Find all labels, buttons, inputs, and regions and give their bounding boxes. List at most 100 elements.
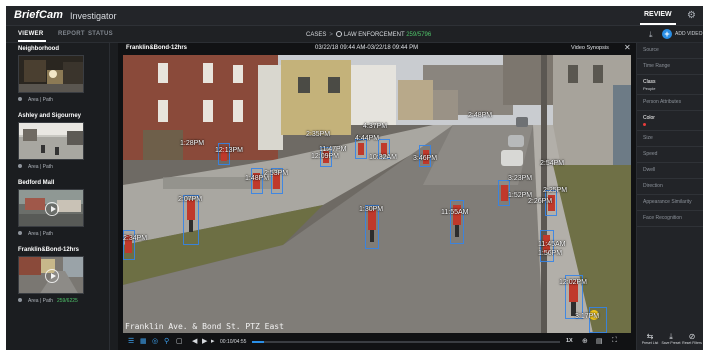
- tile-icon[interactable]: ▤: [596, 337, 603, 345]
- timestamp-label[interactable]: 2:53PM: [264, 170, 288, 177]
- filter-label: Size: [643, 135, 653, 141]
- tab-report[interactable]: REPORT: [58, 31, 85, 37]
- filter-class[interactable]: Class People: [637, 75, 703, 95]
- camera-card-ashley[interactable]: Ashley and Sigourney Area | Path: [18, 113, 98, 170]
- camera-card-franklin[interactable]: Franklin&Bond-12hrs Area | Path 259/6225: [18, 247, 98, 304]
- play-icon[interactable]: ▶: [202, 337, 207, 345]
- active-tab-indicator: [18, 40, 46, 42]
- timestamp-label[interactable]: 11:45AM: [538, 241, 566, 248]
- progress-track[interactable]: [252, 341, 560, 343]
- save-preset-icon: ⤓: [669, 332, 673, 341]
- filter-color[interactable]: Color: [637, 111, 703, 131]
- timestamp-label[interactable]: 12:13PM: [215, 147, 243, 154]
- playback-speed[interactable]: 1X: [566, 338, 573, 344]
- fullscreen-icon[interactable]: ⛶: [612, 337, 617, 345]
- prev-icon[interactable]: ◀: [192, 337, 197, 345]
- overlay-icon[interactable]: ◎: [152, 337, 158, 345]
- video-time-range: 03/22/18 09:44 AM-03/22/18 09:44 PM: [315, 45, 419, 51]
- timestamp-label[interactable]: 2:35PM: [306, 131, 330, 138]
- nav-bar: VIEWER REPORT STATUS CASES > LAW ENFORCEME…: [6, 26, 703, 43]
- timestamp-label[interactable]: 1:30PM: [359, 206, 383, 213]
- filter-icon[interactable]: ⚲: [164, 337, 169, 345]
- timestamp-label[interactable]: 2:26PM: [528, 198, 552, 205]
- timestamp-label[interactable]: 11:55AM: [441, 209, 469, 216]
- filter-dwell[interactable]: Dwell: [637, 163, 703, 179]
- tab-review[interactable]: REVIEW: [644, 11, 672, 18]
- list-view-icon[interactable]: ☰: [128, 337, 134, 345]
- camera-meta-text[interactable]: Area | Path: [28, 164, 53, 170]
- play-icon[interactable]: [45, 202, 59, 216]
- preset-list-button[interactable]: ⇆ Preset List: [640, 332, 660, 345]
- add-video-icon[interactable]: +: [662, 29, 672, 39]
- gear-icon[interactable]: ⚙: [687, 10, 696, 21]
- review-tab-indicator: [640, 23, 676, 25]
- camera-thumbnail[interactable]: [18, 189, 84, 227]
- filter-label: Source: [643, 47, 659, 53]
- timestamp-label[interactable]: 12:09PM: [311, 153, 339, 160]
- filter-source[interactable]: Source: [637, 43, 703, 59]
- camera-thumbnail[interactable]: [18, 122, 84, 160]
- camera-card-neighborhood[interactable]: Neighborhood Area | Path: [18, 46, 98, 103]
- download-icon[interactable]: ⤓: [649, 30, 653, 40]
- camera-thumbnail[interactable]: [18, 256, 84, 294]
- tab-viewer[interactable]: VIEWER: [18, 31, 43, 37]
- add-video-button[interactable]: ADD VIDEO: [675, 31, 703, 37]
- filter-person-attributes[interactable]: Person Attributes: [637, 95, 703, 111]
- case-icon: [335, 31, 342, 37]
- timestamp-label[interactable]: 2:07PM: [178, 196, 202, 203]
- filter-time-range[interactable]: Time Range: [637, 59, 703, 75]
- tracking-box[interactable]: [450, 200, 464, 244]
- filter-face-recognition[interactable]: Face Recognition: [637, 211, 703, 227]
- reset-filters-button[interactable]: ⊘ Reset Filters: [682, 332, 702, 345]
- tab-status[interactable]: STATUS: [88, 31, 113, 37]
- timestamp-label[interactable]: 3:46PM: [413, 155, 437, 162]
- camera-meta: Area | Path 259/6225: [18, 298, 98, 304]
- filter-direction[interactable]: Direction: [637, 179, 703, 195]
- timestamp-label[interactable]: 3:17PM: [575, 313, 599, 320]
- filter-value: People: [643, 86, 656, 91]
- camera-thumbnail[interactable]: [18, 55, 84, 93]
- timestamp-label[interactable]: 2:54PM: [540, 160, 564, 167]
- camera-meta-text[interactable]: Area | Path: [28, 231, 53, 237]
- next-icon[interactable]: ▸: [211, 337, 215, 345]
- filter-label: Person Attributes: [643, 99, 682, 105]
- camera-meta-text[interactable]: Area | Path: [28, 298, 53, 304]
- timestamp-label[interactable]: 2:34PM: [123, 235, 147, 242]
- timestamp-label[interactable]: 2:48PM: [468, 112, 492, 119]
- timestamp-label[interactable]: 2:25PM: [543, 187, 567, 194]
- filter-label: Color: [643, 115, 655, 121]
- save-preset-label: Save Preset: [661, 341, 681, 345]
- timestamp-label[interactable]: 10:32AM: [369, 154, 397, 161]
- play-icon[interactable]: [45, 269, 59, 283]
- timestamp-label[interactable]: 3:23PM: [508, 175, 532, 182]
- save-preset-button[interactable]: ⤓ Save Preset: [661, 332, 681, 345]
- filter-appearance-similarity[interactable]: Appearance Similarity: [637, 195, 703, 211]
- video-viewer: Franklin&Bond-12hrs 03/22/18 09:44 AM-03…: [118, 43, 636, 350]
- filter-speed[interactable]: Speed: [637, 147, 703, 163]
- timestamp-label[interactable]: 11:47PM: [319, 146, 347, 153]
- timestamp-label[interactable]: 4:37PM: [363, 123, 387, 130]
- progress-fill: [252, 341, 265, 343]
- timestamp-label[interactable]: 1:56PM: [538, 250, 562, 257]
- breadcrumb-cases[interactable]: CASES: [306, 32, 326, 38]
- tracking-box[interactable]: [589, 307, 607, 333]
- filter-label: Appearance Similarity: [643, 199, 692, 205]
- video-frame[interactable]: 2:48PM 4:37PM 2:35PM 1:28PM 12:13PM 11:47PM 4:…: [123, 55, 631, 333]
- breadcrumb-case[interactable]: LAW ENFORCEMENT: [344, 32, 405, 38]
- timestamp-label[interactable]: 4:44PM: [355, 135, 379, 142]
- camera-title: Franklin&Bond-12hrs: [18, 247, 80, 253]
- tracking-box[interactable]: [355, 139, 367, 159]
- snapshot-icon[interactable]: ▢: [176, 337, 183, 345]
- preset-list-icon: ⇆: [646, 332, 654, 341]
- close-icon[interactable]: ✕: [624, 43, 631, 52]
- timestamp-label[interactable]: 1:28PM: [180, 140, 204, 147]
- logo: BriefCam: [14, 9, 63, 21]
- timestamp-label[interactable]: 12:02PM: [559, 279, 587, 286]
- video-mode-label: Video Synopsis: [571, 45, 609, 51]
- camera-card-bedford[interactable]: Bedford Mall Area | Path: [18, 180, 98, 237]
- filter-size[interactable]: Size: [637, 131, 703, 147]
- video-camera-title: Franklin&Bond-12hrs: [126, 45, 188, 51]
- grid-view-icon[interactable]: ▦: [140, 337, 147, 345]
- camera-meta-text[interactable]: Area | Path: [28, 97, 53, 103]
- zoom-icon[interactable]: ⊕: [582, 337, 588, 345]
